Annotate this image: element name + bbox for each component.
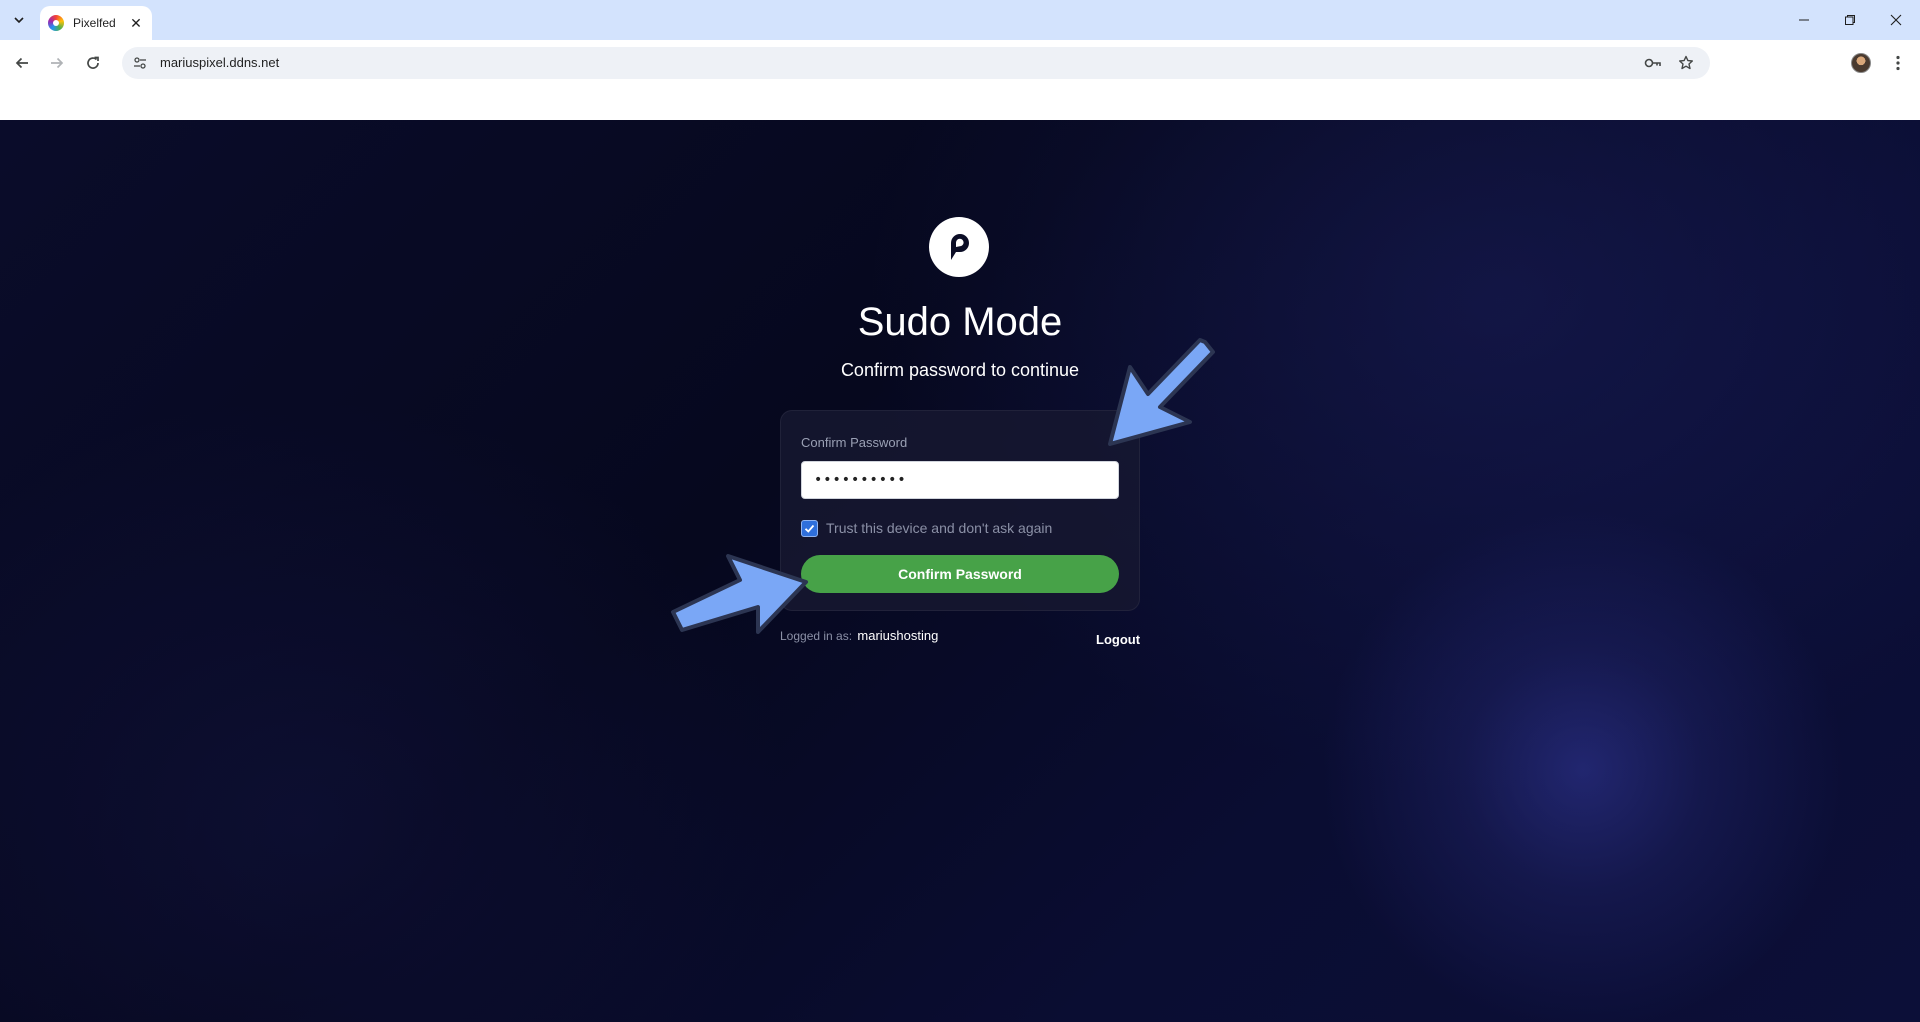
minimize-icon[interactable] bbox=[1782, 0, 1826, 40]
back-icon[interactable] bbox=[8, 49, 36, 77]
page-viewport: Sudo Mode Confirm password to continue C… bbox=[0, 120, 1920, 1022]
more-menu-icon[interactable] bbox=[1886, 49, 1910, 77]
tab-title: Pixelfed bbox=[73, 16, 116, 30]
trust-device-checkbox[interactable] bbox=[801, 520, 818, 537]
arrow-annotation-icon bbox=[671, 554, 808, 634]
password-field[interactable] bbox=[801, 461, 1119, 499]
url-text: mariuspixel.ddns.net bbox=[160, 55, 280, 70]
logged-in-username: mariushosting bbox=[857, 628, 939, 643]
restore-icon[interactable] bbox=[1828, 0, 1872, 40]
address-bar[interactable]: mariuspixel.ddns.net bbox=[122, 47, 1710, 79]
password-key-icon[interactable] bbox=[1643, 53, 1663, 73]
close-icon[interactable]: ✕ bbox=[128, 15, 144, 32]
bookmark-star-icon[interactable] bbox=[1676, 53, 1696, 73]
arrow-annotation-icon bbox=[1108, 338, 1215, 446]
window-close-icon[interactable] bbox=[1874, 0, 1918, 40]
pixelfed-favicon bbox=[48, 15, 64, 31]
browser-tab[interactable]: Pixelfed ✕ bbox=[40, 6, 152, 40]
checkmark-icon bbox=[804, 524, 815, 533]
forward-icon[interactable] bbox=[43, 49, 71, 77]
page-subtitle: Confirm password to continue bbox=[840, 360, 1080, 380]
browser-toolbar: mariuspixel.ddns.net bbox=[0, 40, 1920, 86]
site-info-icon[interactable] bbox=[132, 55, 148, 71]
reload-icon[interactable] bbox=[79, 49, 107, 77]
page-title: Sudo Mode bbox=[857, 300, 1063, 344]
password-label: Confirm Password bbox=[801, 435, 908, 450]
browser-tabstrip: Pixelfed ✕ bbox=[0, 0, 1920, 40]
trust-device-label[interactable]: Trust this device and don't ask again bbox=[826, 520, 1052, 536]
logout-link[interactable]: Logout bbox=[1096, 632, 1140, 647]
confirm-password-button[interactable]: Confirm Password bbox=[801, 555, 1119, 593]
confirm-password-card: Confirm Password Trust this device and d… bbox=[780, 410, 1140, 611]
profile-avatar[interactable] bbox=[1851, 53, 1871, 73]
pixelfed-logo-icon bbox=[929, 217, 989, 277]
tab-search-icon[interactable] bbox=[6, 8, 32, 32]
